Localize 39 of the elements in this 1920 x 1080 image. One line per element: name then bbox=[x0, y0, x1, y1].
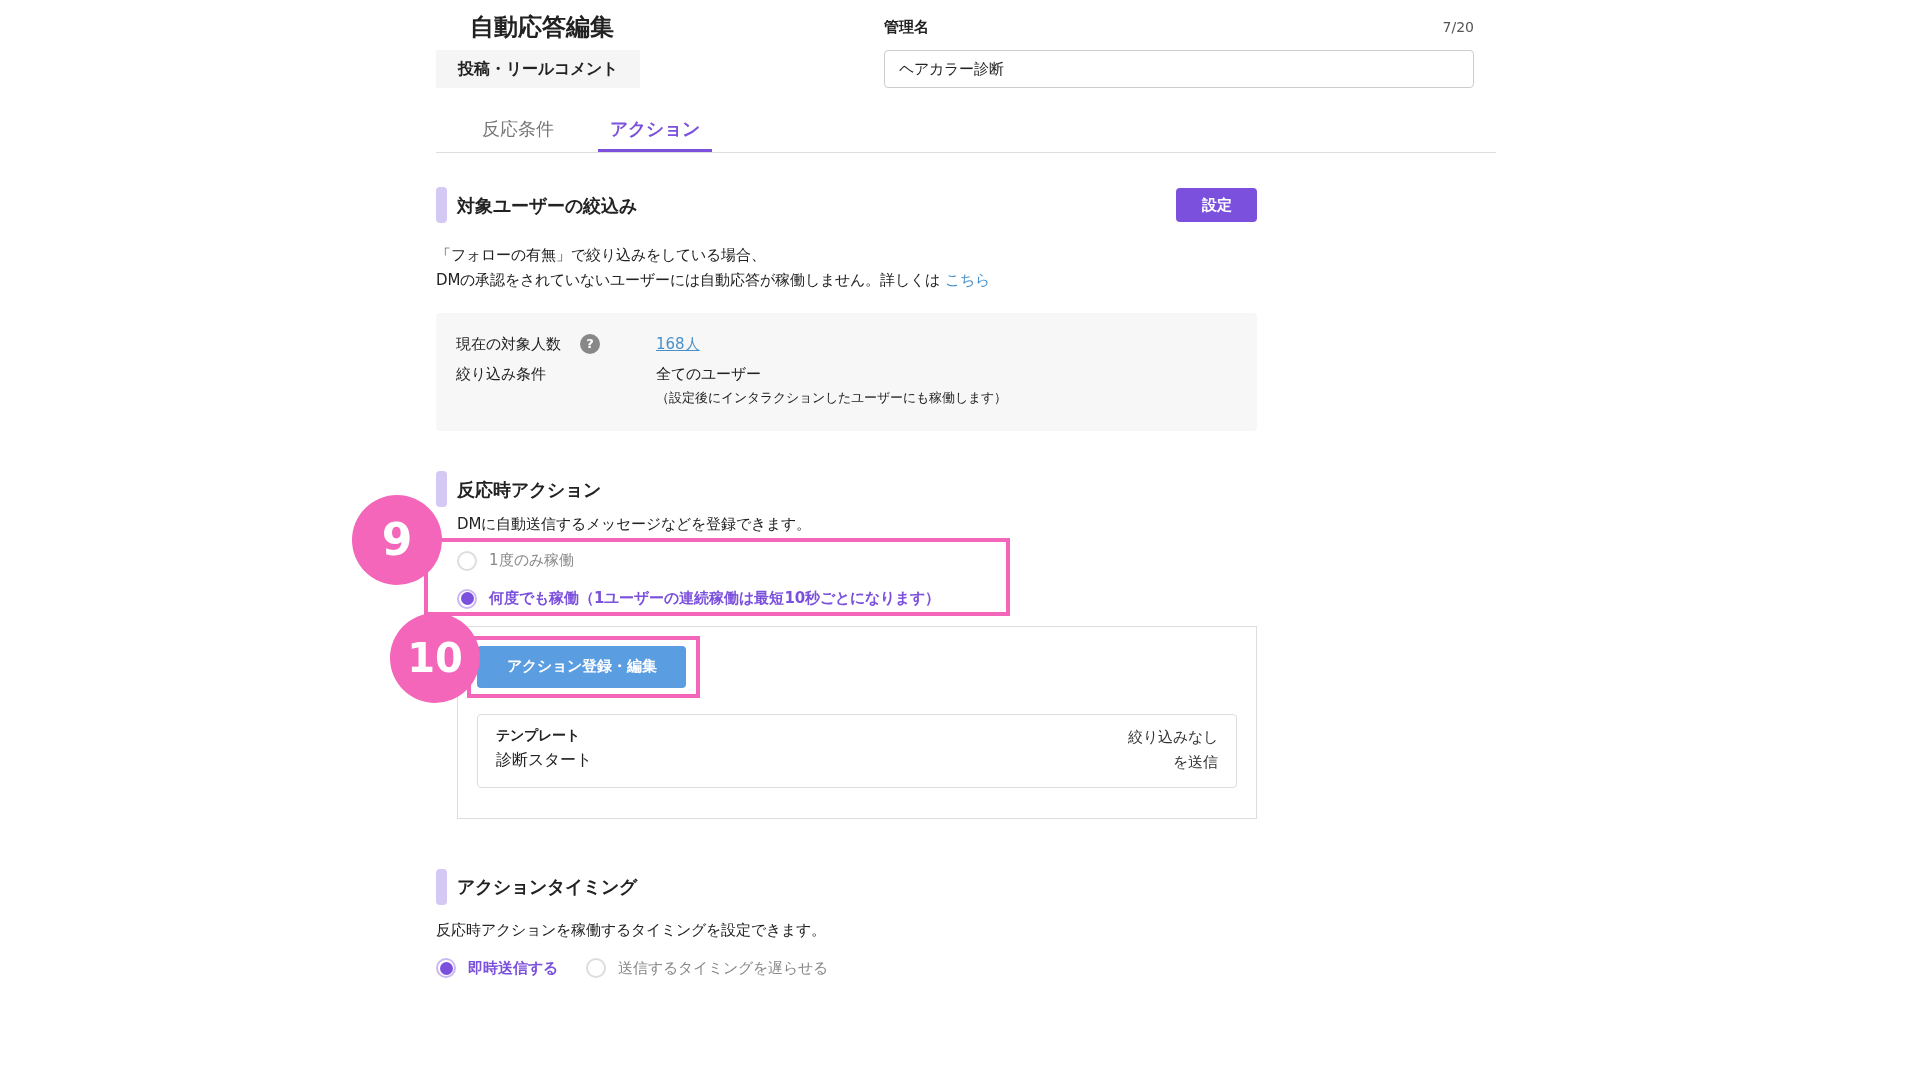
register-action-button[interactable]: アクション登録・編集 bbox=[477, 645, 686, 688]
radio-button[interactable] bbox=[436, 958, 456, 978]
name-input[interactable]: ヘアカラー診断 bbox=[884, 50, 1474, 88]
step-badge: 9 bbox=[352, 494, 442, 585]
radio-button[interactable] bbox=[457, 550, 477, 571]
radio-button[interactable] bbox=[586, 958, 606, 978]
section-marker bbox=[436, 471, 447, 507]
section-heading: 反応時アクション bbox=[457, 477, 601, 502]
section-heading: 対象ユーザーの絞込み bbox=[457, 193, 637, 218]
field-label: 管理名 bbox=[884, 16, 929, 38]
help-icon[interactable]: ? bbox=[580, 334, 600, 354]
section-description: DMに自動送信するメッセージなどを登録できます。 bbox=[457, 514, 813, 535]
tab[interactable]: アクション bbox=[598, 108, 712, 152]
radio-option[interactable]: 送信するタイミングを遅らせる bbox=[586, 949, 828, 987]
section-marker bbox=[436, 187, 447, 223]
details-link[interactable]: こちら bbox=[945, 271, 991, 289]
tab[interactable]: 反応条件 bbox=[470, 108, 566, 152]
type-chip: 投稿・リールコメント bbox=[436, 50, 640, 88]
radio-option[interactable]: 1度のみ稼働 bbox=[457, 541, 574, 580]
radio-option[interactable]: 即時送信する bbox=[436, 949, 558, 987]
character-counter: 7/20 bbox=[1442, 17, 1474, 37]
info-note: （設定後にインタラクションしたユーザーにも稼働します） bbox=[656, 388, 1007, 407]
step-badge: 10 bbox=[390, 612, 480, 703]
radio-button[interactable] bbox=[457, 588, 477, 609]
notice-text: 「フォローの有無」で絞り込みをしている場合、 bbox=[436, 245, 767, 266]
info-label: 絞り込み条件 bbox=[456, 364, 547, 385]
section-description: 反応時アクションを稼働するタイミングを設定できます。 bbox=[436, 919, 827, 941]
notice-text: DMの承認をされていないユーザーには自動応答が稼働しません。詳しくは こちら bbox=[436, 270, 992, 291]
section-marker bbox=[436, 868, 447, 905]
info-value: 全てのユーザー bbox=[656, 364, 762, 385]
count-link[interactable]: 168人 bbox=[656, 332, 700, 356]
settings-button[interactable]: 設定 bbox=[1176, 188, 1257, 222]
page-title: 自動応答編集 bbox=[470, 12, 615, 42]
section-heading: アクションタイミング bbox=[457, 875, 637, 899]
info-label: 現在の対象人数 bbox=[456, 333, 562, 355]
template-label: テンプレート bbox=[496, 725, 581, 745]
template-summary: を送信 bbox=[1172, 751, 1218, 773]
template-name: 診断スタート bbox=[496, 748, 592, 771]
template-summary: 絞り込みなし bbox=[1128, 726, 1218, 748]
